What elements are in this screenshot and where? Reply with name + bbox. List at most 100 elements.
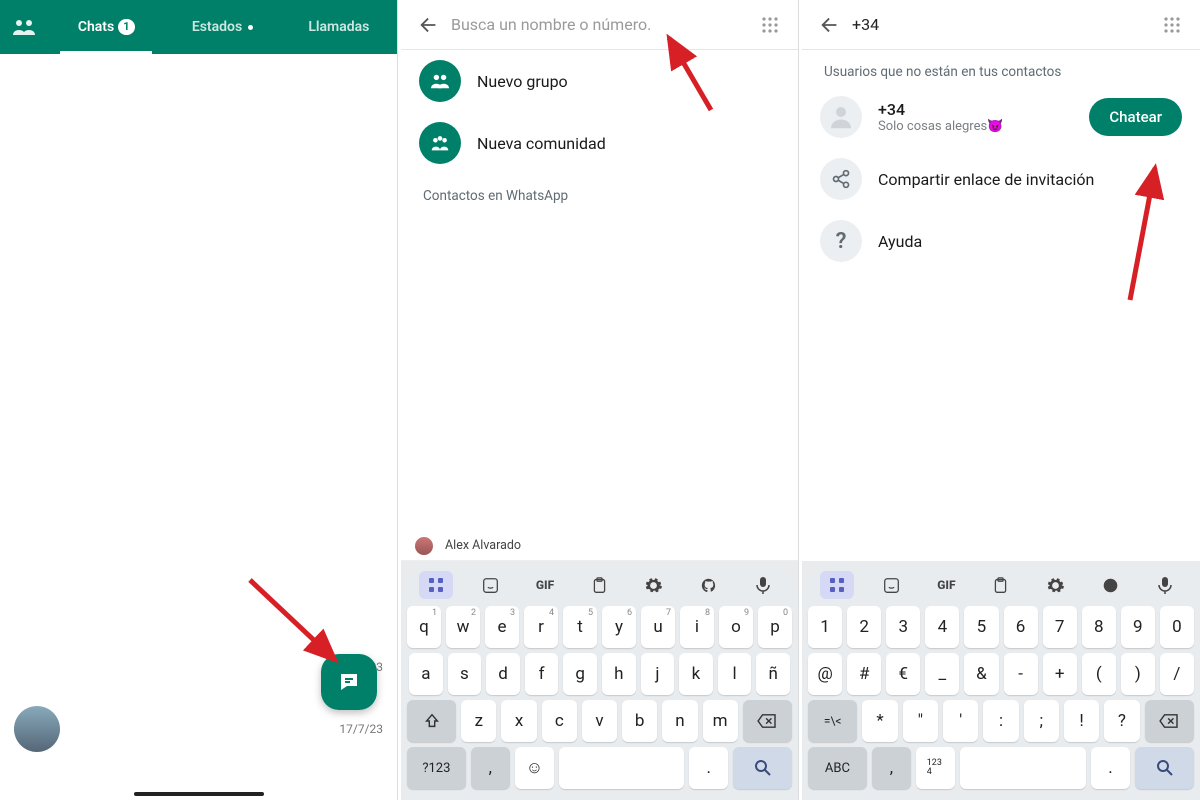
key-3[interactable]: 3 — [886, 606, 920, 648]
key-comma[interactable]: , — [471, 747, 510, 789]
key-r[interactable]: r4 — [524, 606, 558, 648]
key-d[interactable]: d — [486, 653, 520, 695]
key-p[interactable]: p0 — [758, 606, 792, 648]
key-u[interactable]: u7 — [641, 606, 675, 648]
key-o[interactable]: o9 — [719, 606, 753, 648]
kb-settings-icon[interactable] — [637, 571, 671, 599]
key-space[interactable] — [960, 747, 1086, 789]
kb-theme-icon[interactable] — [1093, 571, 1127, 599]
key-numswitch[interactable]: 1234 — [916, 747, 955, 789]
search-input[interactable]: +34 — [848, 15, 1154, 34]
key-@[interactable]: @ — [808, 653, 842, 695]
back-icon[interactable] — [812, 7, 848, 43]
key-z[interactable]: z — [461, 700, 496, 742]
kb-theme-icon[interactable] — [691, 571, 725, 599]
kb-gif-icon[interactable]: GIF — [929, 571, 963, 599]
key-abc[interactable]: ABC — [808, 747, 867, 789]
key-s[interactable]: s — [448, 653, 482, 695]
key-ñ[interactable]: ñ — [756, 653, 790, 695]
kb-clipboard-icon[interactable] — [984, 571, 1018, 599]
key-0[interactable]: 0 — [1160, 606, 1194, 648]
key-w[interactable]: w2 — [446, 606, 480, 648]
back-icon[interactable] — [411, 7, 447, 43]
key-search[interactable] — [733, 747, 792, 789]
kb-sticker-icon[interactable] — [474, 571, 508, 599]
key-space[interactable] — [559, 747, 684, 789]
key-h[interactable]: h — [602, 653, 636, 695]
key-y[interactable]: y6 — [602, 606, 636, 648]
partial-contact-row[interactable]: Alex Alvarado — [401, 531, 798, 561]
key-more-symbols[interactable]: =\< — [808, 700, 857, 742]
kb-mic-icon[interactable] — [1148, 571, 1182, 599]
key-a[interactable]: a — [409, 653, 443, 695]
share-invite-item[interactable]: Compartir enlace de invitación — [802, 148, 1200, 210]
key-![interactable]: ! — [1064, 700, 1099, 742]
key-+[interactable]: + — [1043, 653, 1077, 695]
key-'[interactable]: ' — [943, 700, 978, 742]
key-6[interactable]: 6 — [1004, 606, 1038, 648]
key-emoji[interactable]: ☺ — [515, 747, 554, 789]
key-c[interactable]: c — [542, 700, 577, 742]
key-k[interactable]: k — [679, 653, 713, 695]
key-i[interactable]: i8 — [680, 606, 714, 648]
community-icon[interactable] — [0, 17, 48, 37]
key-"[interactable]: " — [903, 700, 938, 742]
key-symbols[interactable]: ?123 — [407, 747, 466, 789]
key-8[interactable]: 8 — [1082, 606, 1116, 648]
key-b[interactable]: b — [622, 700, 657, 742]
key-backspace[interactable] — [1145, 700, 1194, 742]
key-_[interactable]: _ — [925, 653, 959, 695]
key-comma[interactable]: , — [872, 747, 911, 789]
key-shift[interactable] — [407, 700, 456, 742]
key-?[interactable]: ? — [1104, 700, 1139, 742]
key-9[interactable]: 9 — [1121, 606, 1155, 648]
key-e[interactable]: e3 — [485, 606, 519, 648]
tab-chats[interactable]: Chats 1 — [48, 0, 164, 54]
help-item[interactable]: ? Ayuda — [802, 210, 1200, 272]
key-;[interactable]: ; — [1024, 700, 1059, 742]
key-&[interactable]: & — [964, 653, 998, 695]
dialpad-icon[interactable] — [752, 7, 788, 43]
key-f[interactable]: f — [525, 653, 559, 695]
kb-sticker-icon[interactable] — [875, 571, 909, 599]
search-input[interactable]: Busca un nombre o número. — [447, 15, 752, 34]
key-#[interactable]: # — [847, 653, 881, 695]
key-m[interactable]: m — [703, 700, 738, 742]
key-1[interactable]: 1 — [808, 606, 842, 648]
key-2[interactable]: 2 — [847, 606, 881, 648]
new-chat-fab[interactable] — [321, 654, 377, 710]
key-backspace[interactable] — [743, 700, 792, 742]
key-7[interactable]: 7 — [1043, 606, 1077, 648]
key-x[interactable]: x — [501, 700, 536, 742]
dialpad-icon[interactable] — [1154, 7, 1190, 43]
key-g[interactable]: g — [563, 653, 597, 695]
key--[interactable]: - — [1004, 653, 1038, 695]
kb-mic-icon[interactable] — [746, 571, 780, 599]
key-*[interactable]: * — [862, 700, 897, 742]
kb-settings-icon[interactable] — [1039, 571, 1073, 599]
key-([interactable]: ( — [1082, 653, 1116, 695]
key-n[interactable]: n — [662, 700, 697, 742]
key-q[interactable]: q1 — [407, 606, 441, 648]
key-/[interactable]: / — [1160, 653, 1194, 695]
key-)[interactable]: ) — [1121, 653, 1155, 695]
tab-states[interactable]: Estados — [164, 0, 280, 54]
kb-gif-icon[interactable]: GIF — [528, 571, 562, 599]
key-l[interactable]: l — [718, 653, 752, 695]
key-€[interactable]: € — [886, 653, 920, 695]
key-period[interactable]: . — [1091, 747, 1130, 789]
new-community-item[interactable]: Nueva comunidad — [401, 112, 798, 174]
new-group-item[interactable]: Nuevo grupo — [401, 50, 798, 112]
key-j[interactable]: j — [641, 653, 675, 695]
kb-clipboard-icon[interactable] — [582, 571, 616, 599]
tab-calls[interactable]: Llamadas — [281, 0, 397, 54]
key-search[interactable] — [1135, 747, 1194, 789]
kb-apps-icon[interactable] — [820, 571, 854, 599]
chat-button[interactable]: Chatear — [1089, 98, 1182, 136]
key-5[interactable]: 5 — [964, 606, 998, 648]
found-contact-item[interactable]: +34 Solo cosas alegres😈 Chatear — [802, 86, 1200, 148]
kb-apps-icon[interactable] — [419, 571, 453, 599]
key-v[interactable]: v — [582, 700, 617, 742]
key-4[interactable]: 4 — [925, 606, 959, 648]
key-:[interactable]: : — [983, 700, 1018, 742]
